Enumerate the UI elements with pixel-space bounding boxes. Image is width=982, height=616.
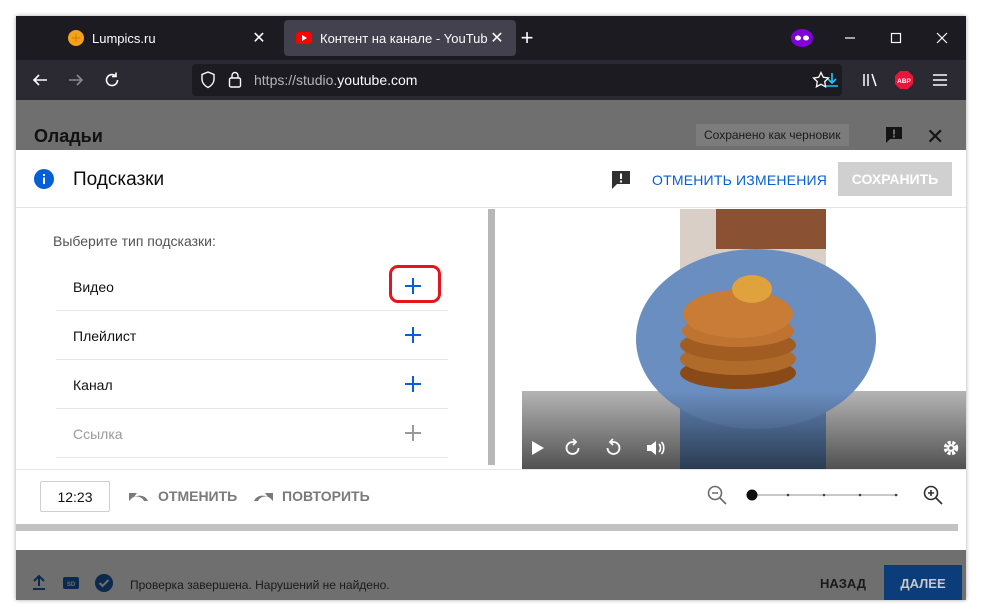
vertical-scrollbar[interactable]: [488, 209, 495, 465]
close-window-button[interactable]: [932, 28, 952, 48]
card-type-label: Ссылка: [73, 426, 123, 442]
dialog-footer: 12:23 ОТМЕНИТЬ ПОВТОРИТЬ: [16, 469, 966, 519]
undo-button[interactable]: ОТМЕНИТЬ: [128, 488, 237, 504]
library-icon: [863, 73, 877, 87]
minimize-icon: [845, 37, 855, 39]
tab-youtube-studio[interactable]: Контент на канале - YouTube Studio ✕: [284, 20, 516, 56]
minimize-button[interactable]: [840, 28, 860, 48]
tab-title: Lumpics.ru: [92, 30, 156, 46]
new-tab-button[interactable]: +: [516, 27, 538, 50]
close-icon: [936, 32, 948, 44]
video-preview[interactable]: [506, 209, 966, 469]
redo-icon: [254, 493, 273, 501]
tab-lumpics[interactable]: Lumpics.ru ✕: [56, 20, 278, 56]
downloads-button[interactable]: [822, 70, 842, 90]
close-dialog-icon[interactable]: ✕: [926, 124, 944, 150]
save-button[interactable]: СОХРАНИТЬ: [838, 162, 952, 196]
card-type-row-channel[interactable]: Канал: [56, 360, 448, 409]
hd-icon: SD: [63, 577, 79, 589]
forward-10-icon[interactable]: [602, 437, 624, 459]
url-domain: youtube.com: [337, 72, 418, 88]
forward-button[interactable]: [66, 70, 86, 90]
url-text[interactable]: https://studio.youtube.com: [254, 72, 417, 88]
hamburger-menu-icon: [933, 74, 947, 86]
check-status-text: Проверка завершена. Нарушений не найдено…: [130, 578, 390, 592]
arrow-right-icon: [69, 74, 84, 86]
close-tab-icon[interactable]: ✕: [250, 29, 268, 47]
svg-text:ABP: ABP: [897, 78, 911, 85]
back-button[interactable]: НАЗАД: [820, 576, 866, 591]
private-browsing-icon: [791, 29, 813, 47]
tab-bar: Lumpics.ru ✕ Контент на канале - YouTube…: [16, 16, 966, 60]
feedback-icon[interactable]: [884, 125, 904, 145]
back-button[interactable]: [30, 70, 50, 90]
add-plus-icon[interactable]: [401, 323, 425, 347]
adblock-plus-icon: ABP: [895, 71, 913, 89]
card-type-label: Видео: [73, 279, 114, 295]
feedback-icon[interactable]: [611, 170, 631, 190]
menu-button[interactable]: [930, 70, 950, 90]
zoom-in-icon[interactable]: [922, 484, 944, 506]
undo-label: ОТМЕНИТЬ: [158, 488, 238, 504]
browser-window: Lumpics.ru ✕ Контент на канале - YouTube…: [16, 16, 966, 600]
check-circle-icon: [95, 574, 113, 592]
dialog-title: Подсказки: [73, 169, 165, 190]
undo-icon: [129, 493, 148, 501]
add-plus-icon: [405, 425, 421, 441]
zoom-out-icon[interactable]: [706, 484, 728, 506]
maximize-icon: [890, 32, 902, 44]
next-button[interactable]: ДАЛЕЕ: [884, 565, 962, 600]
download-icon: [826, 73, 838, 87]
card-type-label: Плейлист: [73, 328, 137, 344]
address-bar[interactable]: https://studio.youtube.com: [192, 64, 842, 96]
arrow-left-icon: [32, 74, 47, 86]
lumpics-favicon-icon: [68, 30, 84, 46]
svg-text:SD: SD: [67, 582, 76, 588]
tab-title: Контент на канале - YouTube Studio: [320, 30, 488, 46]
maximize-button[interactable]: [886, 28, 906, 48]
card-type-prompt: Выберите тип подсказки:: [53, 233, 216, 249]
reload-icon: [105, 72, 119, 87]
dialog-header: Подсказки ОТМЕНИТЬ ИЗМЕНЕНИЯ СОХРАНИТЬ: [16, 150, 966, 208]
play-icon[interactable]: [526, 437, 548, 459]
info-icon: [34, 169, 54, 189]
shield-icon[interactable]: [200, 71, 216, 89]
redo-label: ПОВТОРИТЬ: [282, 488, 370, 504]
library-button[interactable]: [860, 70, 880, 90]
horizontal-scrollbar[interactable]: [16, 524, 958, 531]
url-prefix: https://studio.: [254, 72, 338, 88]
rewind-10-icon[interactable]: [562, 437, 584, 459]
upload-icon: [33, 574, 45, 590]
video-frame-image: [506, 209, 966, 469]
youtube-favicon-icon: [296, 32, 312, 44]
zoom-slider[interactable]: [744, 486, 904, 504]
close-tab-icon[interactable]: ✕: [488, 29, 506, 47]
redo-button[interactable]: ПОВТОРИТЬ: [252, 488, 370, 504]
lock-icon[interactable]: [228, 71, 242, 88]
cards-dialog: Подсказки ОТМЕНИТЬ ИЗМЕНЕНИЯ СОХРАНИТЬ В…: [16, 150, 966, 550]
settings-gear-icon[interactable]: [940, 437, 962, 459]
navigation-toolbar: https://studio.youtube.com ABP: [16, 60, 966, 100]
volume-icon[interactable]: [644, 437, 666, 459]
video-title: Оладьи: [34, 126, 103, 146]
adblock-button[interactable]: ABP: [894, 70, 914, 90]
draft-status-badge: Сохранено как черновик: [696, 124, 849, 146]
card-type-row-playlist[interactable]: Плейлист: [56, 311, 448, 360]
card-type-label: Канал: [73, 377, 113, 393]
time-input[interactable]: 12:23: [40, 481, 110, 512]
add-plus-icon[interactable]: [401, 372, 425, 396]
card-type-row-link: Ссылка: [56, 409, 448, 458]
discard-changes-button[interactable]: ОТМЕНИТЬ ИЗМЕНЕНИЯ: [652, 172, 827, 188]
reload-button[interactable]: [102, 70, 122, 90]
highlight-annotation: [389, 265, 441, 303]
